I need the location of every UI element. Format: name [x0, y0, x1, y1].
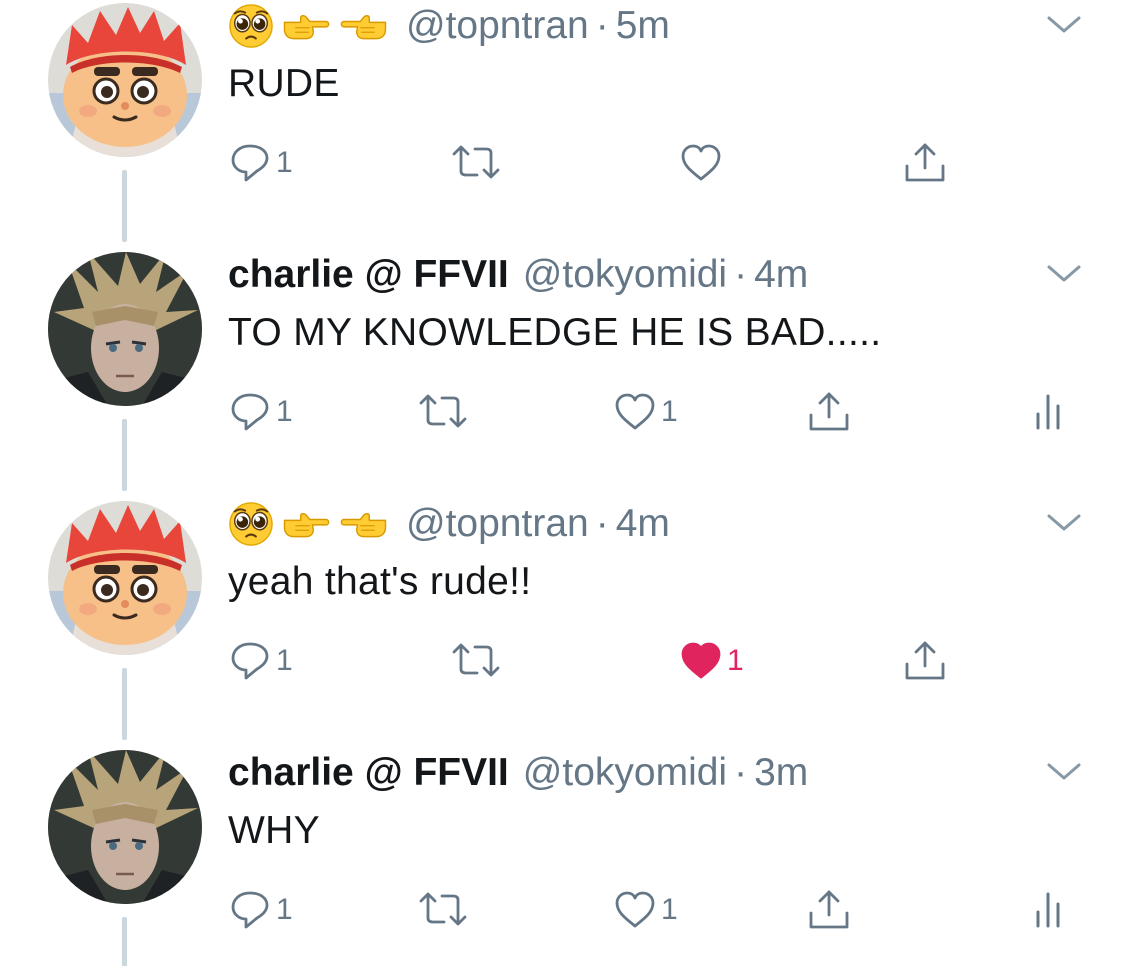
reply-icon: [231, 144, 269, 182]
heart-icon: [615, 891, 655, 928]
analytics-icon: [1036, 394, 1060, 430]
thread-line: [122, 170, 127, 242]
pointing-left-emoji-icon: [340, 15, 387, 40]
share-icon: [905, 641, 945, 680]
tweet-text: yeah that's rude!!: [228, 560, 532, 603]
thread-line: [122, 917, 127, 966]
tweet[interactable]: charlie @ FFVII @tokyomidi · 3m WHY 1 1: [0, 747, 1124, 966]
tweet-text: RUDE: [228, 62, 340, 105]
tweet-header: charlie @ FFVII @tokyomidi · 3m: [228, 749, 808, 797]
timestamp[interactable]: 4m: [616, 502, 670, 546]
reply-count: 1: [276, 146, 293, 179]
like-button[interactable]: 1: [679, 637, 744, 685]
separator: ·: [595, 502, 609, 545]
reply-button[interactable]: 1: [228, 139, 293, 187]
heart-filled-icon: [681, 642, 721, 679]
reply-icon: [231, 642, 269, 680]
tweet-header: @topntran · 4m: [228, 500, 670, 548]
tweet[interactable]: @topntran · 5m RUDE 1: [0, 0, 1124, 249]
share-button[interactable]: [807, 388, 851, 436]
avatar[interactable]: [48, 3, 202, 157]
display-name-emojis[interactable]: [228, 501, 390, 547]
pleading-face-emoji-icon: [228, 3, 274, 49]
like-count: 1: [661, 395, 678, 428]
pointing-right-emoji-icon: [283, 513, 330, 538]
like-count: 1: [727, 644, 744, 677]
reply-count: 1: [276, 893, 293, 926]
timestamp[interactable]: 3m: [754, 751, 808, 795]
share-icon: [809, 392, 849, 431]
chevron-down-icon[interactable]: [1046, 263, 1082, 285]
tweet-text: TO MY KNOWLEDGE HE IS BAD.....: [228, 311, 882, 354]
retweet-button[interactable]: [417, 886, 469, 934]
display-name-emojis[interactable]: [228, 3, 390, 49]
retweet-icon: [452, 145, 500, 179]
like-button[interactable]: 1: [613, 388, 678, 436]
pointing-left-emoji-icon: [340, 513, 387, 538]
display-name[interactable]: charlie @ FFVII: [228, 253, 509, 297]
pointing-right-emoji-icon: [283, 15, 330, 40]
analytics-button[interactable]: [1034, 388, 1064, 436]
avatar[interactable]: [48, 252, 202, 406]
tweet[interactable]: @topntran · 4m yeah that's rude!! 1 1: [0, 498, 1124, 747]
display-name[interactable]: charlie @ FFVII: [228, 751, 509, 795]
share-button[interactable]: [807, 886, 851, 934]
retweet-button[interactable]: [417, 388, 469, 436]
analytics-icon: [1036, 892, 1060, 928]
share-button[interactable]: [903, 139, 947, 187]
heart-icon: [615, 393, 655, 430]
reply-count: 1: [276, 644, 293, 677]
pleading-face-emoji-icon: [228, 501, 274, 547]
retweet-icon: [419, 394, 467, 428]
handle[interactable]: @tokyomidi: [523, 253, 727, 297]
retweet-icon: [419, 892, 467, 926]
timestamp[interactable]: 4m: [754, 253, 808, 297]
tweet-text: WHY: [228, 809, 320, 852]
heart-icon: [681, 144, 721, 181]
tweet[interactable]: charlie @ FFVII @tokyomidi · 4m TO MY KN…: [0, 249, 1124, 498]
chevron-down-icon[interactable]: [1046, 14, 1082, 36]
chevron-down-icon[interactable]: [1046, 761, 1082, 783]
avatar[interactable]: [48, 750, 202, 904]
share-button[interactable]: [903, 637, 947, 685]
thread-line: [122, 419, 127, 491]
handle[interactable]: @topntran: [406, 4, 589, 48]
thread-line: [122, 668, 127, 740]
reply-icon: [231, 891, 269, 929]
reply-button[interactable]: 1: [228, 388, 293, 436]
separator: ·: [734, 253, 748, 296]
reply-count: 1: [276, 395, 293, 428]
retweet-button[interactable]: [450, 139, 502, 187]
separator: ·: [734, 751, 748, 794]
share-icon: [905, 143, 945, 182]
reply-button[interactable]: 1: [228, 886, 293, 934]
tweet-header: @topntran · 5m: [228, 2, 670, 50]
separator: ·: [595, 4, 609, 47]
reply-icon: [231, 393, 269, 431]
handle[interactable]: @topntran: [406, 502, 589, 546]
like-count: 1: [661, 893, 678, 926]
like-button[interactable]: 1: [613, 886, 678, 934]
tweet-header: charlie @ FFVII @tokyomidi · 4m: [228, 251, 808, 299]
share-icon: [809, 890, 849, 929]
timestamp[interactable]: 5m: [616, 4, 670, 48]
analytics-button[interactable]: [1034, 886, 1064, 934]
handle[interactable]: @tokyomidi: [523, 751, 727, 795]
retweet-icon: [452, 643, 500, 677]
chevron-down-icon[interactable]: [1046, 512, 1082, 534]
like-button[interactable]: [679, 139, 723, 187]
retweet-button[interactable]: [450, 637, 502, 685]
avatar[interactable]: [48, 501, 202, 655]
reply-button[interactable]: 1: [228, 637, 293, 685]
